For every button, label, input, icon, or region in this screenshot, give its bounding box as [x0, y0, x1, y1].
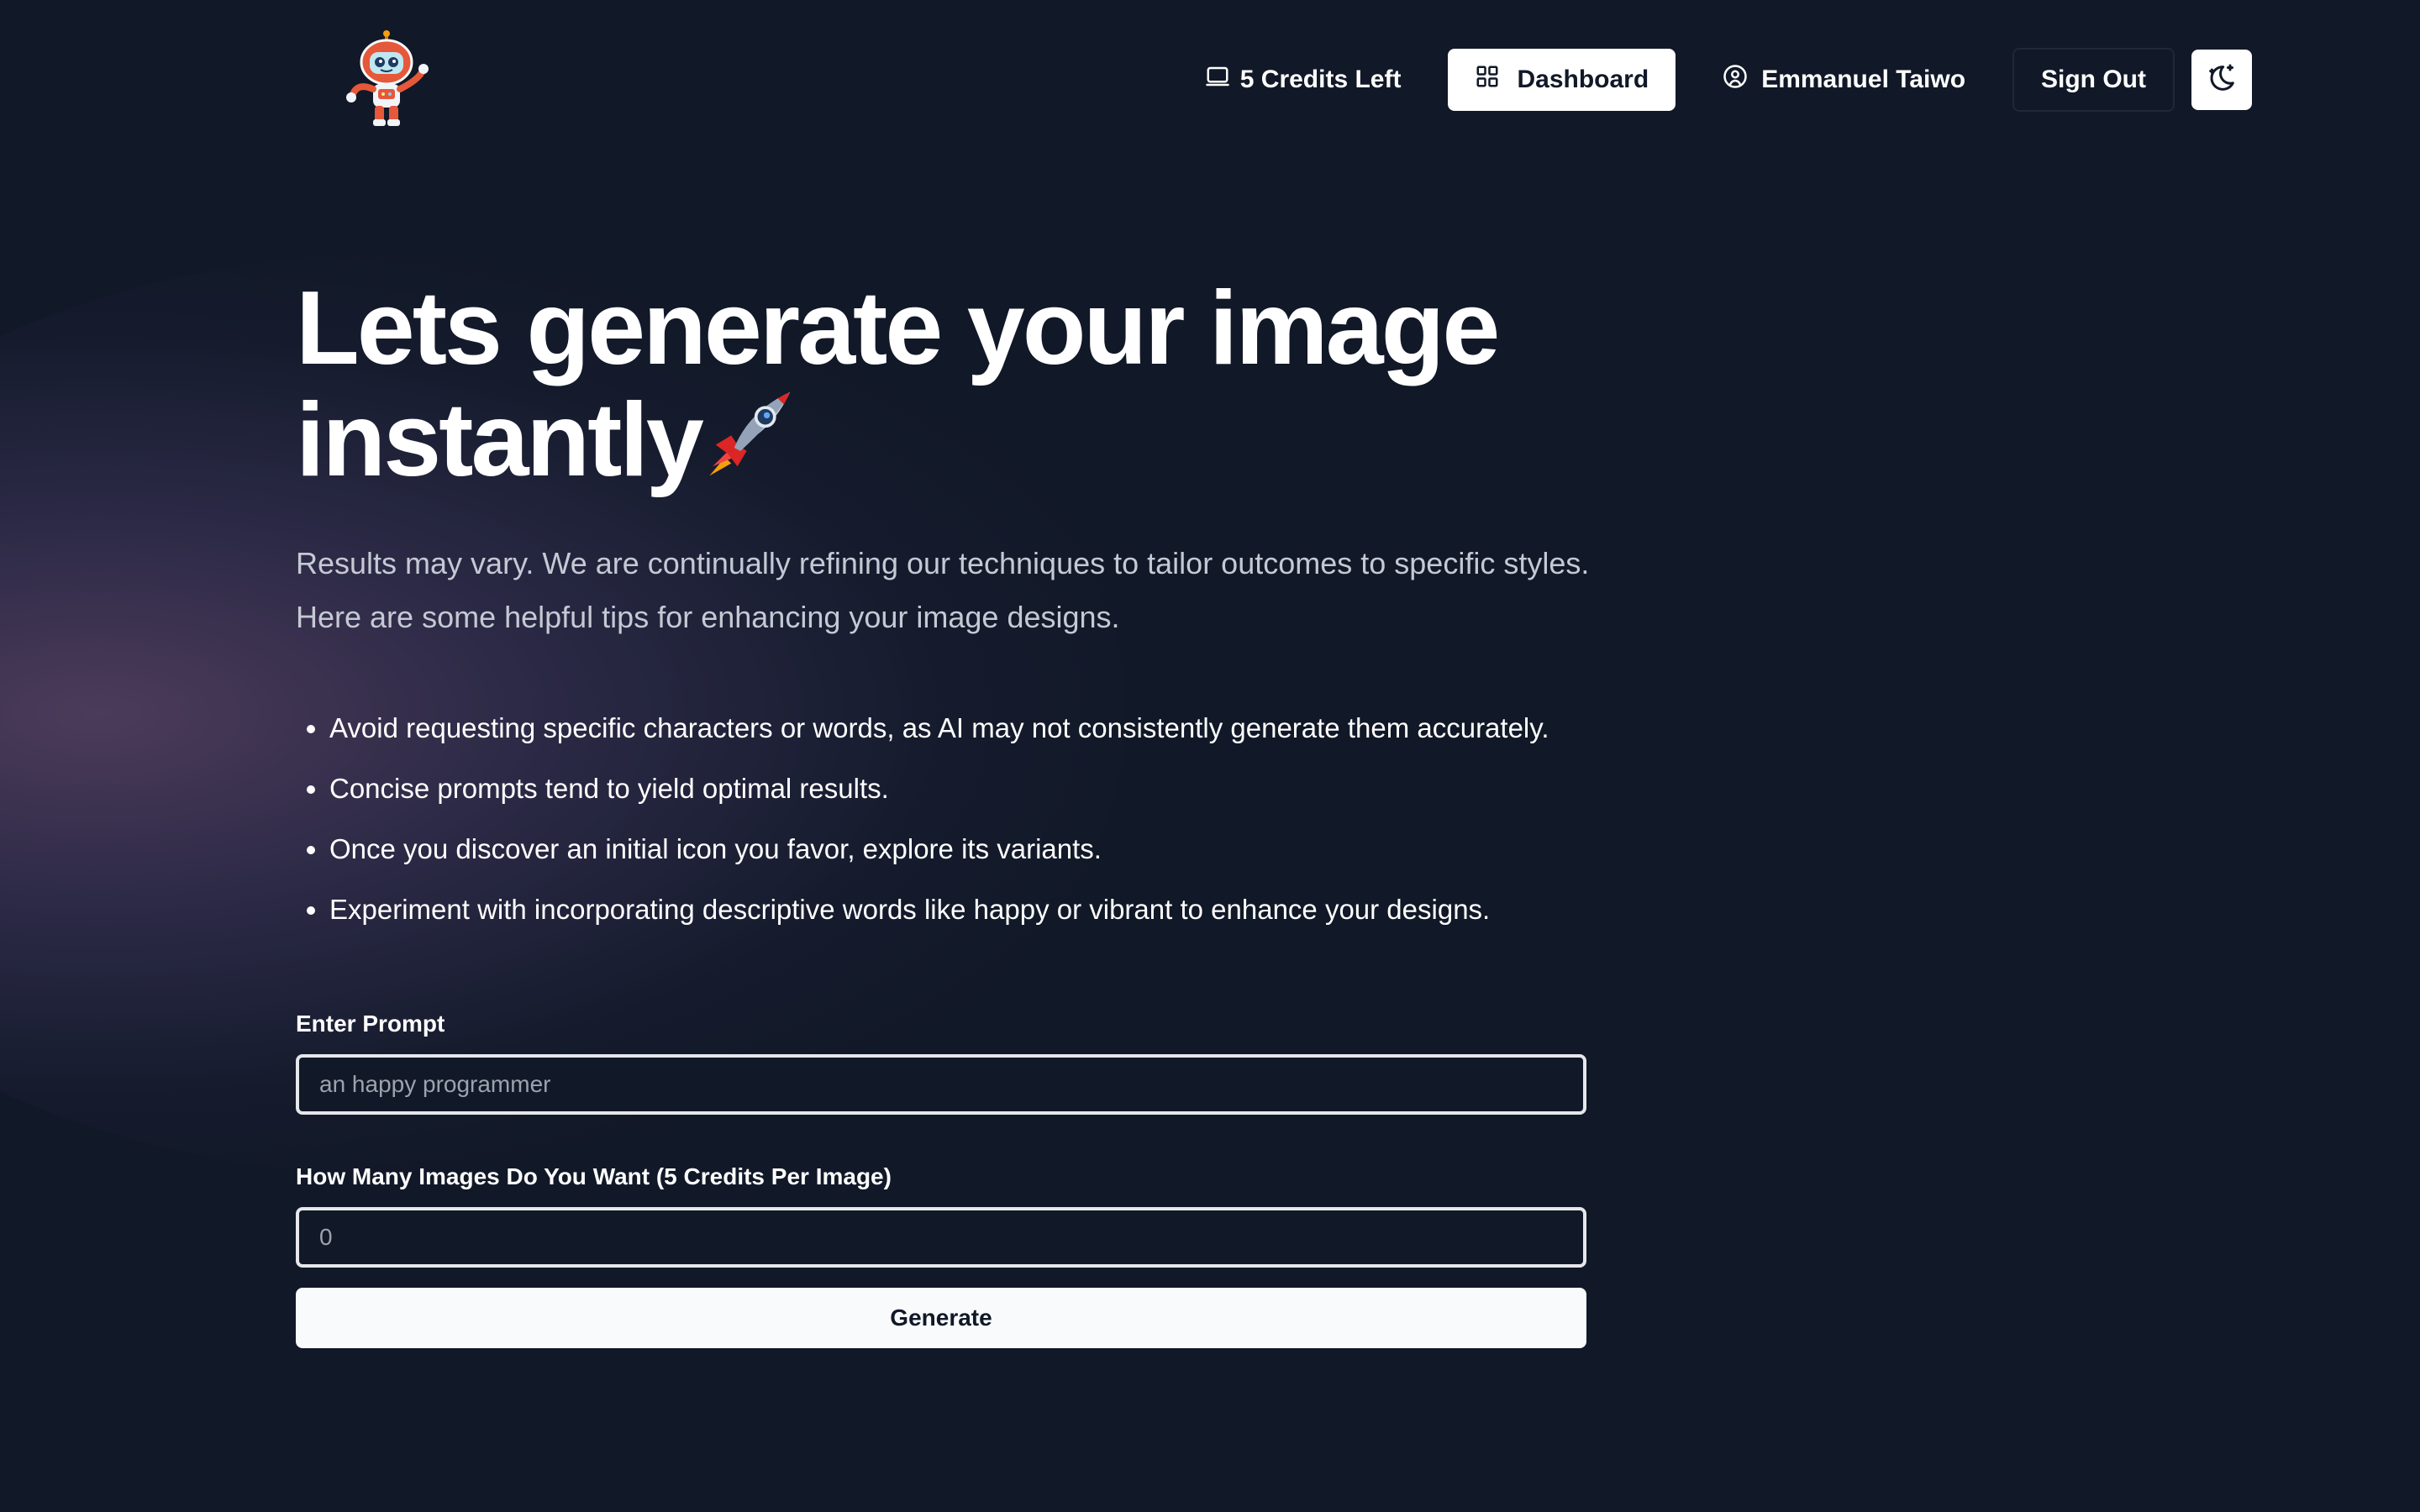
credits-indicator: 5 Credits Left: [1175, 49, 1432, 111]
sign-out-label: Sign Out: [2041, 66, 2146, 93]
generate-button[interactable]: Generate: [296, 1288, 1586, 1348]
theme-toggle-button[interactable]: [2191, 50, 2252, 110]
count-field: How Many Images Do You Want (5 Credits P…: [296, 1163, 1586, 1268]
prompt-input[interactable]: [296, 1054, 1586, 1115]
page: 5 Credits Left Dashboard Emmanuel Taiwo …: [0, 0, 2420, 1512]
page-title-line1: Lets generate your image: [296, 270, 1500, 386]
tip-item: Concise prompts tend to yield optimal re…: [329, 769, 1590, 809]
page-title: Lets generate your image instantly: [296, 276, 1590, 498]
tip-item: Once you discover an initial icon you fa…: [329, 829, 1590, 869]
image-count-label: How Many Images Do You Want (5 Credits P…: [296, 1163, 892, 1189]
user-circle-icon: [1723, 64, 1748, 96]
monitor-icon: [1205, 64, 1230, 96]
top-nav: 5 Credits Left Dashboard Emmanuel Taiwo …: [0, 0, 2420, 160]
prompt-label: Enter Prompt: [296, 1011, 445, 1037]
dashboard-label: Dashboard: [1517, 66, 1649, 93]
robot-logo-icon[interactable]: [339, 30, 434, 129]
tip-item: Avoid requesting specific characters or …: [329, 708, 1590, 748]
generate-label: Generate: [890, 1305, 992, 1331]
image-count-input[interactable]: [296, 1207, 1586, 1268]
user-profile-button[interactable]: Emmanuel Taiwo: [1692, 49, 1996, 111]
main-content: Lets generate your image instantly Resul…: [296, 276, 1590, 1348]
tips-list: Avoid requesting specific characters or …: [296, 708, 1590, 930]
grid-icon: [1475, 64, 1500, 96]
user-name: Emmanuel Taiwo: [1761, 66, 1966, 93]
page-title-line2: instantly: [296, 382, 704, 498]
tip-item: Experiment with incorporating descriptiv…: [329, 890, 1590, 930]
credits-label: 5 Credits Left: [1239, 66, 1402, 93]
dashboard-button[interactable]: Dashboard: [1448, 49, 1676, 111]
rocket-icon: [703, 380, 802, 495]
sign-out-button[interactable]: Sign Out: [2012, 48, 2175, 112]
header-actions: 5 Credits Left Dashboard Emmanuel Taiwo …: [1175, 48, 2252, 112]
generate-form: Enter Prompt How Many Images Do You Want…: [296, 1011, 1586, 1348]
moon-stars-icon: [2205, 61, 2238, 99]
page-subtitle: Results may vary. We are continually ref…: [296, 546, 1590, 634]
